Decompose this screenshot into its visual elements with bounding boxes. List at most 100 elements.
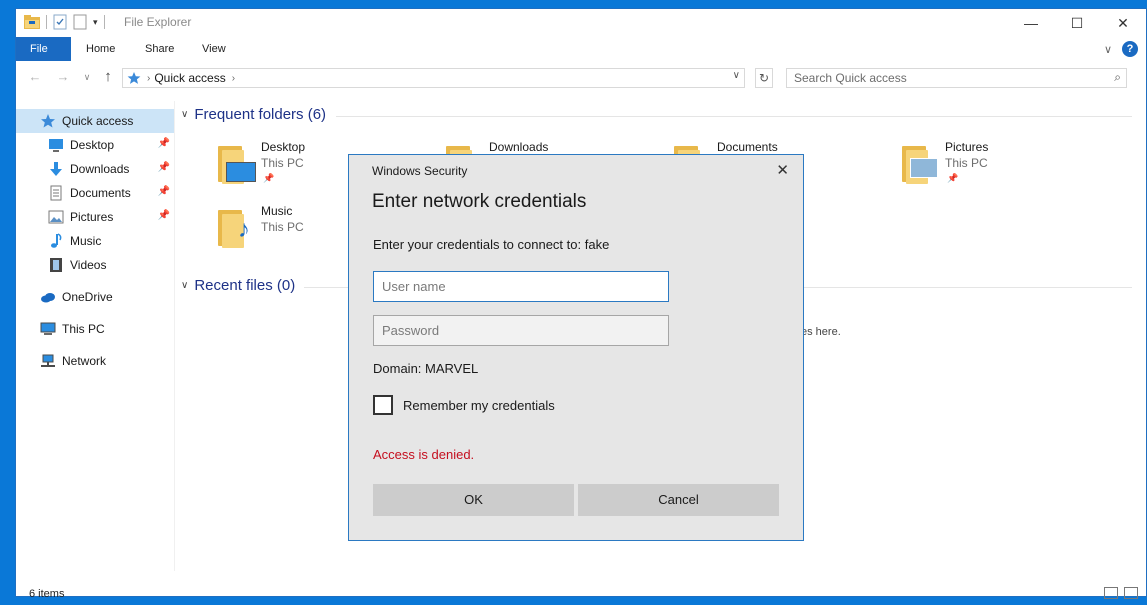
new-folder-icon[interactable] — [73, 14, 87, 30]
sidebar-item-network[interactable]: Network — [16, 349, 174, 373]
film-icon — [50, 258, 62, 272]
username-field[interactable] — [373, 271, 669, 302]
expand-ribbon-chevron-icon[interactable]: ∨ — [1104, 43, 1112, 56]
breadcrumb-quick-access[interactable]: Quick access — [154, 71, 225, 85]
recent-files-title: Recent files (0) — [194, 277, 296, 294]
sidebar-item-label: Videos — [70, 258, 107, 272]
status-item-count: 6 items — [29, 588, 65, 600]
tab-file[interactable]: File — [16, 37, 71, 61]
ok-button[interactable]: OK — [373, 484, 574, 516]
sidebar-item-label: Desktop — [70, 138, 115, 152]
folder-name: Documents — [717, 140, 778, 154]
sidebar-item-label: OneDrive — [62, 290, 113, 304]
pin-icon[interactable]: 📌 — [158, 186, 170, 197]
windows-security-dialog: Windows Security ✕ Enter network credent… — [348, 154, 804, 541]
sidebar-item-onedrive[interactable]: OneDrive — [16, 285, 174, 309]
search-box[interactable]: Search Quick access ⌕ — [786, 68, 1127, 88]
pictures-icon — [48, 210, 64, 224]
tab-view[interactable]: View — [188, 37, 240, 61]
refresh-button[interactable]: ↻ — [755, 68, 773, 88]
dialog-close-button[interactable]: ✕ — [776, 161, 789, 179]
remember-credentials-label[interactable]: Remember my credentials — [403, 398, 555, 413]
sidebar-item-quick-access[interactable]: Quick access — [16, 109, 174, 133]
sidebar-item-videos[interactable]: Videos — [16, 253, 174, 277]
domain-label: Domain: MARVEL — [373, 361, 479, 376]
error-message: Access is denied. — [373, 447, 475, 462]
folder-name: Downloads — [489, 140, 549, 154]
checkbox-box[interactable] — [373, 395, 393, 415]
group-divider — [336, 116, 1132, 117]
pin-icon[interactable]: 📌 — [158, 210, 170, 221]
pin-icon[interactable]: 📌 — [158, 162, 170, 173]
folder-name: Pictures — [945, 140, 989, 154]
sidebar-item-pictures[interactable]: Pictures 📌 — [16, 205, 174, 229]
sidebar-item-this-pc[interactable]: This PC — [16, 317, 174, 341]
download-arrow-icon — [50, 162, 62, 176]
cancel-button[interactable]: Cancel — [578, 484, 779, 516]
close-icon: ✕ — [776, 162, 789, 179]
search-icon: ⌕ — [1114, 70, 1121, 84]
dialog-prompt: Enter your credentials to connect to: fa… — [373, 237, 610, 252]
up-arrow-icon[interactable]: ↑ — [99, 68, 117, 86]
computer-icon — [40, 322, 56, 335]
folder-name: Music — [261, 204, 293, 218]
file-explorer-app-icon — [24, 15, 40, 29]
folder-location: This PC — [261, 156, 304, 170]
recent-locations-chevron-icon[interactable]: ∨ — [78, 68, 96, 86]
tab-share[interactable]: Share — [131, 37, 188, 61]
sidebar-item-downloads[interactable]: Downloads 📌 — [16, 157, 174, 181]
help-icon[interactable]: ? — [1122, 41, 1138, 57]
close-window-button[interactable]: ✕ — [1100, 9, 1146, 37]
toolbar-separator — [103, 15, 105, 29]
properties-icon[interactable] — [53, 14, 67, 30]
forward-arrow-icon[interactable]: → — [54, 68, 72, 86]
tab-home[interactable]: Home — [72, 37, 129, 61]
sidebar-item-music[interactable]: Music — [16, 229, 174, 253]
recent-files-header[interactable]: ∨ Recent files (0) — [181, 277, 295, 294]
pane-divider[interactable] — [174, 101, 175, 571]
maximize-button[interactable]: ☐ — [1054, 9, 1100, 37]
breadcrumb-separator-icon[interactable]: › — [147, 73, 150, 84]
customize-toolbar-chevron-icon[interactable]: ▾ — [93, 17, 98, 28]
pin-icon: 📌 — [947, 173, 959, 183]
collapse-chevron-icon[interactable]: ∨ — [181, 280, 188, 291]
maximize-icon: ☐ — [1070, 14, 1084, 31]
large-icons-view-icon[interactable] — [1124, 587, 1138, 599]
address-dropdown-chevron-icon[interactable]: ∨ — [733, 70, 740, 81]
quick-access-toolbar: ▾ — [24, 14, 105, 30]
ribbon-right-controls: ∨ ? — [1104, 41, 1138, 57]
sidebar-item-documents[interactable]: Documents 📌 — [16, 181, 174, 205]
sidebar-item-label: This PC — [62, 322, 105, 336]
music-note-icon — [51, 233, 62, 248]
desktop-icon — [49, 139, 63, 152]
sidebar-item-label: Downloads — [70, 162, 130, 176]
password-field[interactable] — [373, 315, 669, 346]
sidebar-item-label: Network — [62, 354, 107, 368]
ribbon-tabs: File Home Share View ∨ ? — [16, 37, 1146, 61]
star-icon — [127, 72, 141, 84]
empty-recent-hint: es here. — [801, 326, 841, 338]
folder-tile-pictures[interactable]: Pictures This PC 📌 — [900, 140, 1120, 192]
dialog-caption: Windows Security — [372, 164, 468, 178]
folder-name: Desktop — [261, 140, 306, 154]
pin-icon[interactable]: 📌 — [158, 138, 170, 149]
minimize-icon: — — [1024, 15, 1038, 31]
pin-icon: 📌 — [263, 173, 275, 183]
breadcrumb-separator-icon[interactable]: › — [232, 73, 235, 84]
address-bar[interactable]: › Quick access › ∨ — [122, 68, 745, 88]
search-input[interactable]: Search Quick access — [794, 71, 907, 85]
folder-location: This PC — [261, 220, 304, 234]
remember-credentials-checkbox[interactable]: Remember my credentials — [373, 395, 555, 415]
details-view-icon[interactable] — [1104, 587, 1118, 599]
frequent-folders-title: Frequent folders (6) — [194, 106, 327, 123]
back-arrow-icon[interactable]: ← — [26, 68, 44, 86]
collapse-chevron-icon[interactable]: ∨ — [181, 109, 188, 120]
sidebar-item-desktop[interactable]: Desktop 📌 — [16, 133, 174, 157]
frequent-folders-header[interactable]: ∨ Frequent folders (6) — [181, 106, 326, 123]
sidebar-item-label: Music — [70, 234, 102, 248]
view-switcher — [1104, 587, 1138, 599]
minimize-button[interactable]: — — [1008, 9, 1054, 37]
navigation-pane: Quick access Desktop 📌 Downloads 📌 Docum… — [16, 109, 174, 373]
